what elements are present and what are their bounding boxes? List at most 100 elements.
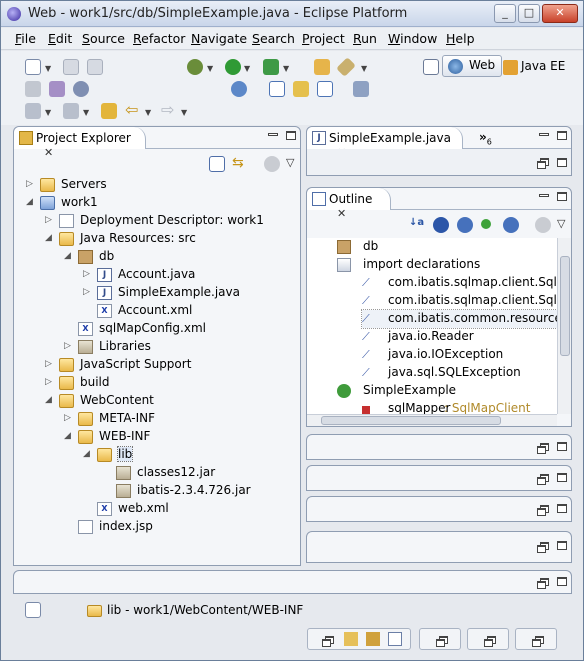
maximize-panel-icon[interactable] — [557, 192, 567, 201]
new-icon[interactable] — [25, 59, 41, 75]
minimize-panel-icon[interactable] — [539, 194, 549, 197]
scrollbar-thumb[interactable] — [560, 256, 570, 356]
back-icon[interactable]: ⇦ — [125, 102, 141, 119]
properties-icon[interactable] — [366, 632, 380, 646]
forward-dropdown-icon[interactable]: ▼ — [181, 108, 187, 117]
expand-icon[interactable]: ▷ — [26, 179, 35, 189]
tab-outline[interactable]: Outline ✕ — [307, 188, 391, 220]
menu-project[interactable]: Project — [302, 31, 345, 46]
hide-static-icon[interactable] — [457, 217, 473, 233]
new-dropdown-icon[interactable]: ▼ — [45, 64, 51, 73]
close-window-button[interactable]: ✕ — [542, 4, 578, 23]
outline-vertical-scrollbar[interactable] — [557, 238, 571, 414]
expand-icon[interactable]: ▷ — [83, 287, 92, 297]
print-icon[interactable] — [87, 59, 103, 75]
debug-icon[interactable] — [187, 59, 203, 75]
restore-icon[interactable] — [537, 443, 549, 454]
menu-help[interactable]: Help — [446, 31, 475, 46]
next-annotation-dropdown-icon[interactable]: ▼ — [45, 108, 51, 117]
maximize-panel-icon[interactable] — [557, 541, 567, 550]
restore-icon[interactable] — [322, 636, 334, 647]
minimized-stack-3[interactable] — [306, 496, 572, 522]
wand-icon[interactable] — [336, 57, 356, 77]
external-tools-dropdown-icon[interactable]: ▼ — [283, 64, 289, 73]
minimized-stack-4[interactable] — [306, 531, 572, 563]
filter-icon[interactable] — [264, 156, 280, 172]
expand-icon[interactable]: ▷ — [45, 215, 54, 225]
collapse-icon[interactable]: ◢ — [64, 431, 73, 441]
run-icon[interactable] — [225, 59, 241, 75]
outline-filter-icon[interactable] — [535, 217, 551, 233]
close-icon[interactable]: ✕ — [44, 146, 53, 159]
perspective-web-button[interactable]: Web — [442, 55, 503, 77]
menu-window[interactable]: Window — [388, 31, 437, 46]
previous-annotation-icon[interactable] — [63, 103, 79, 119]
maximize-panel-icon[interactable] — [557, 504, 567, 513]
view-menu-icon[interactable]: ▽ — [286, 156, 294, 169]
close-icon[interactable]: ✕ — [337, 207, 346, 220]
sort-icon[interactable]: ↓a — [409, 217, 425, 233]
external-tools-icon[interactable] — [263, 59, 279, 75]
menu-search[interactable]: Search — [252, 31, 295, 46]
forward-icon[interactable]: ⇨ — [161, 102, 177, 119]
link-with-editor-icon[interactable]: ⇆ — [232, 156, 248, 172]
search-icon[interactable] — [353, 81, 369, 97]
database-icon[interactable] — [49, 81, 65, 97]
hide-fields-icon[interactable] — [433, 217, 449, 233]
maximize-panel-icon[interactable] — [557, 131, 567, 140]
restore-icon[interactable] — [537, 158, 549, 169]
minimized-stack-2[interactable] — [306, 465, 572, 491]
tab-overflow-button[interactable]: »6 — [479, 130, 492, 146]
maximize-panel-icon[interactable] — [286, 131, 296, 140]
last-edit-location-icon[interactable] — [101, 103, 117, 119]
hide-local-types-icon[interactable] — [503, 217, 519, 233]
minimize-panel-icon[interactable] — [539, 133, 549, 136]
expand-icon[interactable]: ▷ — [83, 269, 92, 279]
scrollbar-thumb[interactable] — [321, 416, 501, 425]
collapse-icon[interactable]: ◢ — [45, 233, 54, 243]
trim-stack-3[interactable] — [467, 628, 509, 650]
markers-icon[interactable] — [344, 632, 358, 646]
menu-source[interactable]: Source — [82, 31, 125, 46]
restore-icon[interactable] — [537, 578, 549, 589]
connection-icon[interactable] — [73, 81, 89, 97]
expand-icon[interactable]: ▷ — [45, 377, 54, 387]
open-perspective-icon[interactable] — [423, 59, 439, 75]
servers-view-icon[interactable] — [388, 632, 402, 646]
next-annotation-icon[interactable] — [25, 103, 41, 119]
menu-edit[interactable]: Edit — [48, 31, 72, 46]
view-menu-icon[interactable]: ▽ — [557, 217, 565, 230]
menu-navigate[interactable]: Navigate — [191, 31, 247, 46]
collapse-icon[interactable]: ◢ — [83, 449, 92, 459]
open-type-icon[interactable] — [269, 81, 285, 97]
collapse-icon[interactable]: ◢ — [26, 197, 35, 207]
expand-icon[interactable]: ▷ — [45, 359, 54, 369]
title-bar[interactable]: Web - work1/src/db/SimpleExample.java - … — [1, 1, 583, 27]
outline-horizontal-scrollbar[interactable] — [307, 414, 557, 426]
expand-icon[interactable]: ▷ — [64, 413, 73, 423]
previous-annotation-dropdown-icon[interactable]: ▼ — [83, 108, 89, 117]
menu-run[interactable]: Run — [353, 31, 377, 46]
collapse-icon[interactable]: ◢ — [64, 251, 73, 261]
trim-stack-4[interactable] — [515, 628, 557, 650]
maximize-window-button[interactable]: □ — [518, 4, 540, 23]
restore-icon[interactable] — [537, 505, 549, 516]
debug-dropdown-icon[interactable]: ▼ — [207, 64, 213, 73]
collapse-all-icon[interactable] — [209, 156, 225, 172]
menu-file[interactable]: File — [15, 31, 36, 46]
wand-dropdown-icon[interactable]: ▼ — [361, 64, 367, 73]
new-package-icon[interactable] — [317, 81, 333, 97]
expand-icon[interactable]: ▷ — [64, 341, 73, 351]
outline-item[interactable]: ⟋ com.ibatis.common.resources. — [361, 309, 557, 329]
editor-area[interactable] — [307, 149, 571, 175]
collapse-icon[interactable]: ◢ — [45, 395, 54, 405]
maximize-panel-icon[interactable] — [557, 473, 567, 482]
trim-stack-2[interactable] — [419, 628, 461, 650]
new-class-icon[interactable] — [293, 81, 309, 97]
restore-icon[interactable] — [537, 542, 549, 553]
save-icon[interactable] — [63, 59, 79, 75]
restore-icon[interactable] — [537, 474, 549, 485]
maximize-panel-icon[interactable] — [557, 577, 567, 586]
open-folder-icon[interactable] — [314, 59, 330, 75]
minimize-window-button[interactable]: _ — [494, 4, 516, 23]
